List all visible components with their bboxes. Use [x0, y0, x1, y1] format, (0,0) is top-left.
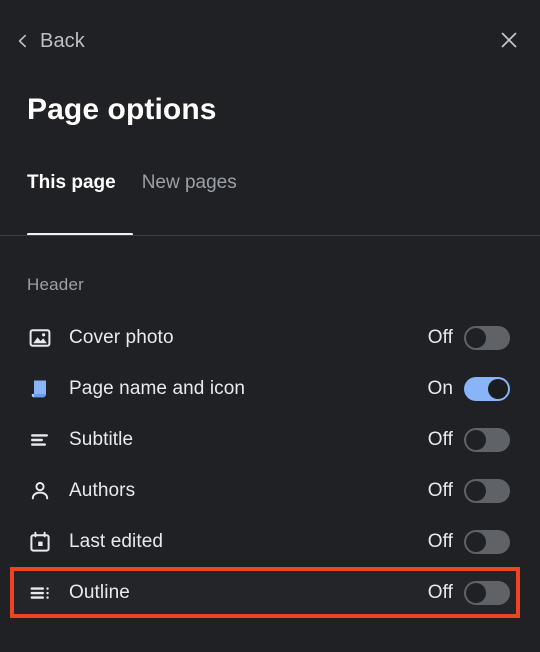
- toggle-state-label: Off: [427, 581, 453, 603]
- image-icon: [27, 325, 53, 351]
- toggle-knob: [488, 378, 508, 399]
- tab-divider: [0, 235, 540, 236]
- close-icon: [499, 30, 519, 53]
- toggle-group: Off: [427, 325, 510, 350]
- tab-this-page[interactable]: This page: [27, 172, 116, 197]
- option-row-authors[interactable]: Authors Off: [0, 465, 540, 516]
- chevron-left-icon: [16, 34, 30, 48]
- toggle-group: Off: [427, 427, 510, 452]
- page-title: Page options: [27, 93, 217, 126]
- toggle-knob: [466, 429, 486, 450]
- person-icon: [27, 478, 53, 504]
- option-label: Cover photo: [69, 326, 174, 348]
- toggle-page-name-and-icon[interactable]: [464, 376, 510, 401]
- option-row-page-name-and-icon[interactable]: Page name and icon On: [0, 363, 540, 414]
- back-button[interactable]: Back: [12, 25, 91, 57]
- close-button[interactable]: [492, 24, 526, 58]
- toggle-authors[interactable]: [464, 478, 510, 503]
- toggle-knob: [466, 582, 486, 603]
- option-label: Last edited: [69, 530, 164, 552]
- toggle-state-label: Off: [427, 428, 453, 450]
- page-document-icon: [27, 376, 53, 402]
- toggle-state-label: Off: [427, 530, 453, 552]
- toggle-knob: [466, 327, 486, 348]
- option-label: Subtitle: [69, 428, 134, 450]
- tab-bar: This page New pages: [0, 172, 540, 236]
- option-row-cover-photo[interactable]: Cover photo Off: [0, 312, 540, 363]
- section-header-label: Header: [27, 275, 84, 294]
- panel-top-bar: Back: [0, 0, 540, 82]
- page-options-panel: Back Page options This page New pages He…: [0, 0, 540, 652]
- back-label: Back: [40, 30, 85, 52]
- toggle-state-label: Off: [427, 326, 453, 348]
- calendar-icon: [27, 529, 53, 555]
- tab-new-pages[interactable]: New pages: [142, 172, 237, 197]
- toggle-knob: [466, 480, 486, 501]
- option-row-subtitle[interactable]: Subtitle Off: [0, 414, 540, 465]
- toggle-group: Off: [427, 478, 510, 503]
- toggle-cover-photo[interactable]: [464, 325, 510, 350]
- options-list: Cover photo Off Page name and icon On Su…: [0, 312, 540, 618]
- toggle-state-label: On: [427, 377, 453, 399]
- toggle-group: Off: [427, 580, 510, 605]
- toggle-state-label: Off: [427, 479, 453, 501]
- option-row-last-edited[interactable]: Last edited Off: [0, 516, 540, 567]
- subtitle-lines-icon: [27, 427, 53, 453]
- toggle-last-edited[interactable]: [464, 529, 510, 554]
- toggle-group: Off: [427, 529, 510, 554]
- option-label: Authors: [69, 479, 136, 501]
- outline-list-icon: [27, 580, 53, 606]
- toggle-group: On: [427, 376, 510, 401]
- toggle-outline[interactable]: [464, 580, 510, 605]
- toggle-subtitle[interactable]: [464, 427, 510, 452]
- toggle-knob: [466, 531, 486, 552]
- option-row-outline[interactable]: Outline Off: [0, 567, 540, 618]
- option-label: Outline: [69, 581, 130, 603]
- option-label: Page name and icon: [69, 377, 246, 399]
